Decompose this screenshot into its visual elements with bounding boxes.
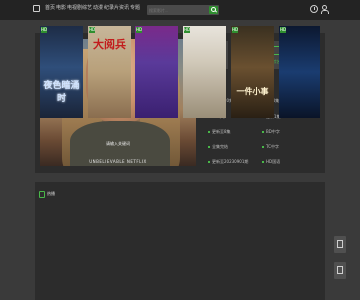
- phone-icon: [337, 240, 343, 248]
- info-item-text: 更新至8集: [212, 129, 231, 134]
- quality-badge: HD: [89, 27, 96, 33]
- nav-item-documentary[interactable]: 纪录片: [104, 5, 119, 12]
- poster-title: 一件小事: [236, 87, 269, 96]
- movie-poster[interactable]: HD: [183, 26, 226, 118]
- quality-badge: HD: [136, 27, 143, 33]
- quality-badge: HD: [184, 27, 191, 33]
- top-header: 首页 电影 电视剧 综艺 动漫 纪录片 资讯 专题: [0, 0, 360, 20]
- nav-item-tv[interactable]: 电视剧: [67, 5, 82, 12]
- nav-item-topic[interactable]: 专题: [130, 5, 140, 12]
- movie-poster[interactable]: HD 一件小事: [231, 26, 274, 118]
- poster-title: 大阅兵: [93, 38, 126, 51]
- nav-item-movie[interactable]: 电影: [56, 5, 66, 12]
- info-item-text: 更新至20230901期: [212, 159, 249, 164]
- nav-item-anime[interactable]: 动漫: [93, 5, 103, 12]
- quality-badge: HD: [280, 27, 287, 33]
- bullet-icon: [262, 131, 264, 133]
- banner-caption: 请输入关键词: [106, 141, 130, 146]
- clock-icon[interactable]: [310, 5, 318, 13]
- info-list-item[interactable]: 更新至20230901期: [208, 159, 248, 165]
- info-list-item[interactable]: TC中字: [262, 144, 279, 150]
- info-list-item[interactable]: BD中字: [262, 129, 280, 135]
- info-list-item[interactable]: 全集完结: [208, 144, 228, 150]
- info-list-item[interactable]: 更新至8集: [208, 129, 231, 135]
- section-tv-icon: [39, 191, 45, 198]
- banner-subtitle: UNBELIEVABLE NETFLIX: [89, 159, 147, 164]
- movie-poster[interactable]: HD: [135, 26, 178, 118]
- bullet-icon: [262, 146, 264, 148]
- search-box: [147, 5, 219, 15]
- nav-item-variety[interactable]: 综艺: [82, 5, 92, 12]
- movie-poster[interactable]: HD: [279, 26, 320, 118]
- section-title: 热播: [47, 191, 55, 196]
- info-item-text: 全集完结: [212, 144, 228, 149]
- side-bookmark-button[interactable]: [334, 262, 346, 279]
- nav-item-news[interactable]: 资讯: [119, 5, 129, 12]
- search-icon[interactable]: [209, 6, 218, 14]
- movie-section: 热播: [35, 182, 325, 300]
- bullet-icon: [208, 161, 210, 163]
- bullet-icon: [208, 131, 210, 133]
- quality-badge: HD: [41, 27, 48, 33]
- poster-title: 夜色暗涌时: [43, 81, 80, 104]
- nav-item-home[interactable]: 首页: [45, 5, 55, 12]
- logo-icon[interactable]: [33, 5, 40, 12]
- bullet-icon: [262, 161, 264, 163]
- info-item-text: BD中字: [266, 129, 280, 134]
- info-list-item[interactable]: HD国语: [262, 159, 280, 165]
- bookmark-icon: [337, 266, 343, 274]
- movie-poster[interactable]: HD 夜色暗涌时: [40, 26, 83, 118]
- side-app-button[interactable]: [334, 236, 346, 253]
- movie-poster[interactable]: HD 大阅兵: [88, 26, 131, 118]
- bullet-icon: [208, 146, 210, 148]
- info-item-text: HD国语: [266, 159, 281, 164]
- info-item-text: TC中字: [266, 144, 280, 149]
- search-input[interactable]: [149, 6, 204, 14]
- user-icon[interactable]: [320, 5, 329, 14]
- quality-badge: HD: [232, 27, 239, 33]
